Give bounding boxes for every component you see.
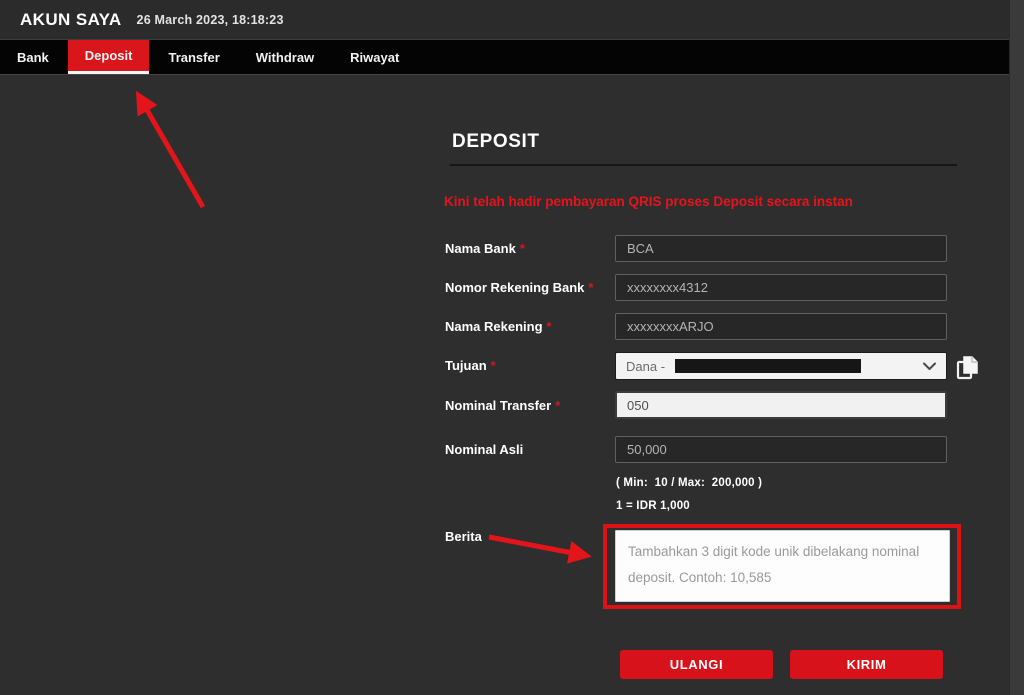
akun-saya-page: AKUN SAYA 26 March 2023, 18:18:23 Bank D… bbox=[0, 0, 1024, 695]
top-bar: AKUN SAYA 26 March 2023, 18:18:23 bbox=[0, 0, 1024, 39]
main-nav: Bank Deposit Transfer Withdraw Riwayat bbox=[0, 39, 1024, 75]
tab-deposit[interactable]: Deposit bbox=[68, 40, 150, 74]
brand-logo: AKUN SAYA bbox=[20, 10, 122, 30]
required-marker: * bbox=[520, 241, 525, 256]
nama-bank-input[interactable] bbox=[615, 235, 947, 262]
tujuan-label-text: Tujuan bbox=[445, 358, 487, 373]
nominal-asli-input[interactable] bbox=[615, 436, 947, 463]
tab-withdraw[interactable]: Withdraw bbox=[239, 40, 331, 74]
chevron-down-icon bbox=[923, 362, 936, 371]
datetime-display: 26 March 2023, 18:18:23 bbox=[137, 13, 284, 27]
nama-bank-label: Nama Bank * bbox=[445, 241, 525, 256]
required-marker: * bbox=[555, 398, 560, 413]
tab-transfer[interactable]: Transfer bbox=[151, 40, 236, 74]
nominal-transfer-input[interactable] bbox=[615, 391, 947, 419]
nominal-transfer-label: Nominal Transfer * bbox=[445, 398, 560, 413]
qris-notice: Kini telah hadir pembayaran QRIS proses … bbox=[444, 194, 959, 209]
rate-hint: 1 = IDR 1,000 bbox=[616, 500, 690, 512]
nama-bank-label-text: Nama Bank bbox=[445, 241, 516, 256]
min-max-hint: ( Min: 10 / Max: 200,000 ) bbox=[616, 477, 762, 489]
copy-icon[interactable] bbox=[953, 353, 983, 383]
redacted-account-value bbox=[675, 359, 861, 373]
tab-deposit-label: Deposit bbox=[85, 48, 133, 63]
berita-label: Berita bbox=[445, 529, 482, 544]
ulangi-button[interactable]: ULANGI bbox=[620, 650, 773, 679]
required-marker: * bbox=[491, 358, 496, 373]
nama-rekening-label-text: Nama Rekening bbox=[445, 319, 543, 334]
tab-transfer-label: Transfer bbox=[168, 50, 219, 65]
tab-withdraw-label: Withdraw bbox=[256, 50, 314, 65]
tab-riwayat-label: Riwayat bbox=[350, 50, 399, 65]
tab-bank[interactable]: Bank bbox=[0, 40, 66, 74]
required-marker: * bbox=[547, 319, 552, 334]
nomor-rekening-label: Nomor Rekening Bank * bbox=[445, 280, 593, 295]
nomor-rekening-label-text: Nomor Rekening Bank bbox=[445, 280, 584, 295]
nama-rekening-input[interactable] bbox=[615, 313, 947, 340]
berita-textarea[interactable] bbox=[615, 530, 950, 602]
tab-riwayat[interactable]: Riwayat bbox=[333, 40, 416, 74]
title-divider bbox=[450, 164, 957, 166]
tujuan-label: Tujuan * bbox=[445, 358, 496, 373]
nominal-asli-label-text: Nominal Asli bbox=[445, 442, 523, 457]
required-marker: * bbox=[588, 280, 593, 295]
nama-rekening-label: Nama Rekening * bbox=[445, 319, 552, 334]
berita-label-text: Berita bbox=[445, 529, 482, 544]
nominal-transfer-label-text: Nominal Transfer bbox=[445, 398, 551, 413]
nominal-asli-label: Nominal Asli bbox=[445, 442, 523, 457]
tab-bank-label: Bank bbox=[17, 50, 49, 65]
page-scrollbar[interactable] bbox=[1009, 0, 1024, 695]
tujuan-selected-value: Dana - bbox=[626, 359, 669, 374]
page-title: DEPOSIT bbox=[452, 131, 540, 153]
nomor-rekening-input[interactable] bbox=[615, 274, 947, 301]
deposit-form-section: DEPOSIT Kini telah hadir pembayaran QRIS… bbox=[0, 76, 1024, 695]
tujuan-select[interactable]: Dana - bbox=[615, 352, 947, 380]
kirim-button[interactable]: KIRIM bbox=[790, 650, 943, 679]
